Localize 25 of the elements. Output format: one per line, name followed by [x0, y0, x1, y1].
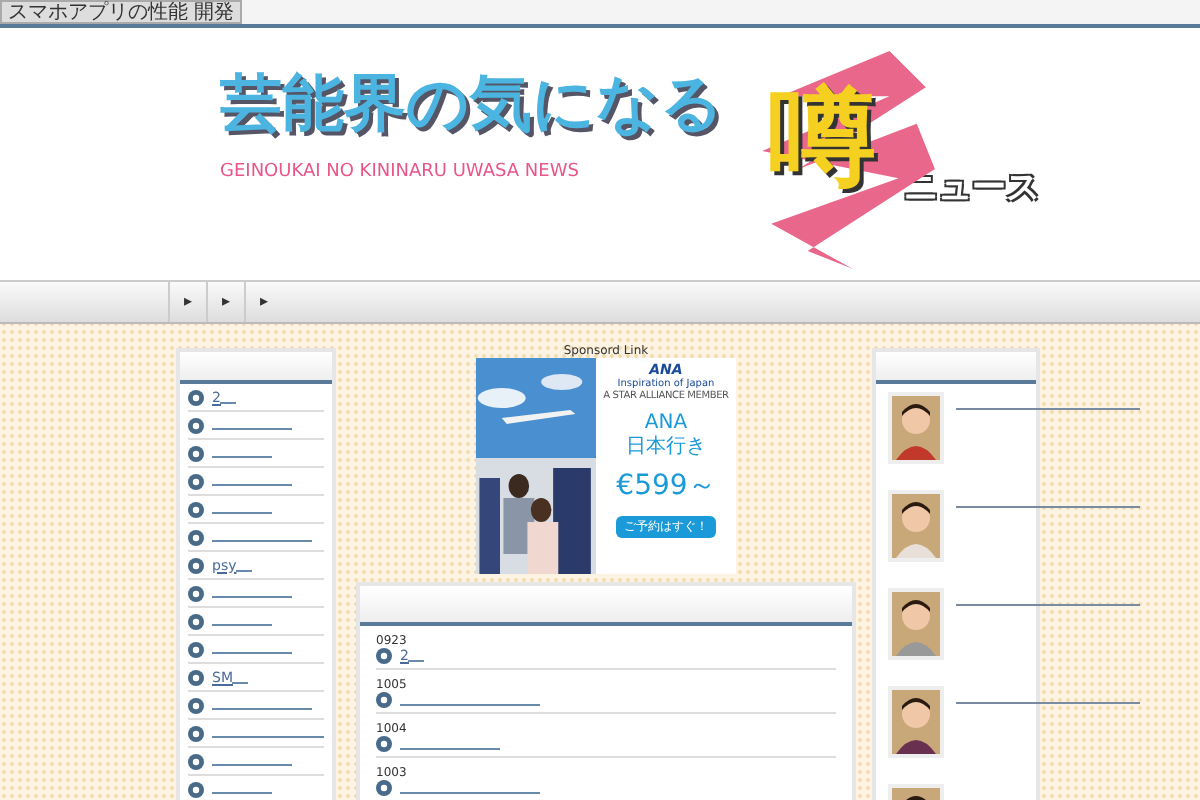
bullet-icon	[188, 697, 204, 713]
logo-subtitle: GEINOUKAI NO KININARU UWASA NEWS	[220, 162, 581, 183]
bullet-icon	[376, 692, 392, 708]
nav-item[interactable]: ▸	[168, 282, 206, 322]
bullet-icon	[376, 648, 392, 664]
bullet-icon	[376, 736, 392, 752]
bullet-icon	[188, 445, 204, 461]
nav-item[interactable]: ▸	[206, 282, 244, 322]
bullet-icon	[188, 389, 204, 405]
bullet-icon	[188, 417, 204, 433]
bullet-icon	[188, 725, 204, 741]
top-bar-label[interactable]: スマホアプリの性能 開発	[0, 0, 243, 24]
bullet-icon	[188, 753, 204, 769]
bullet-icon	[188, 557, 204, 573]
logo-title: 芸能界の気になる	[220, 68, 724, 143]
bullet-icon	[188, 613, 204, 629]
bullet-icon	[188, 641, 204, 657]
bullet-icon	[188, 473, 204, 489]
ad-headline: ANA 日本行き	[626, 412, 706, 460]
ad-price: €599～	[616, 468, 716, 504]
bullet-icon	[188, 585, 204, 601]
bullet-icon	[188, 529, 204, 545]
bullet-icon	[188, 501, 204, 517]
nav-item[interactable]: ▸	[244, 282, 282, 322]
bullet-icon	[188, 669, 204, 685]
